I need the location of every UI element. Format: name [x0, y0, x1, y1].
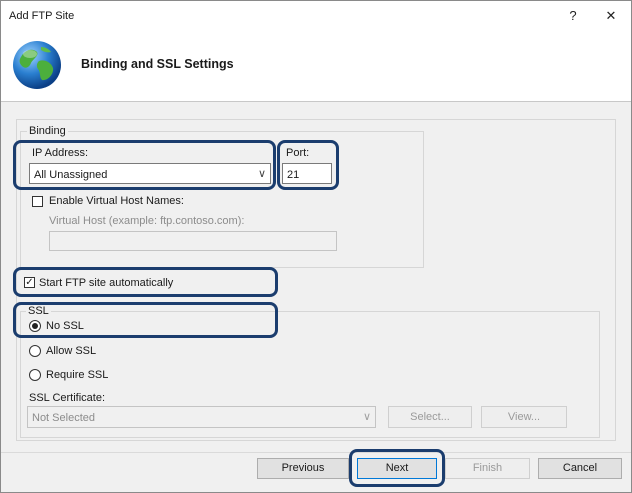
next-button[interactable]: Next — [357, 458, 437, 479]
help-button[interactable]: ? — [561, 6, 585, 26]
window-title: Add FTP Site — [9, 10, 75, 22]
no-ssl-label: No SSL — [46, 320, 84, 332]
virtual-host-checkbox[interactable] — [32, 196, 43, 207]
wizard-header: Binding and SSL Settings — [1, 31, 631, 102]
title-bar: Add FTP Site ? ✕ — [1, 1, 631, 31]
no-ssl-radio[interactable] — [29, 320, 41, 332]
finish-button[interactable]: Finish — [445, 458, 530, 479]
port-value: 21 — [287, 169, 300, 181]
close-button[interactable]: ✕ — [599, 6, 623, 26]
page-title: Binding and SSL Settings — [81, 57, 234, 71]
allow-ssl-label: Allow SSL — [46, 345, 97, 357]
port-label: Port: — [286, 147, 310, 159]
require-ssl-label: Require SSL — [46, 369, 109, 381]
previous-button[interactable]: Previous — [257, 458, 349, 479]
cancel-button[interactable]: Cancel — [538, 458, 622, 479]
allow-ssl-radio[interactable] — [29, 345, 41, 357]
view-certificate-button[interactable]: View... — [481, 406, 567, 428]
ssl-certificate-label: SSL Certificate: — [29, 392, 106, 404]
port-field[interactable]: 21 — [282, 163, 332, 184]
ip-address-value: All Unassigned — [34, 169, 108, 181]
ip-address-label: IP Address: — [32, 147, 89, 159]
virtual-host-checkbox-label: Enable Virtual Host Names: — [49, 195, 184, 207]
require-ssl-radio[interactable] — [29, 369, 41, 381]
globe-icon — [13, 41, 61, 89]
virtual-host-input[interactable] — [49, 231, 337, 251]
ssl-legend: SSL — [26, 305, 51, 317]
ssl-certificate-dropdown[interactable]: Not Selected ∨ — [27, 406, 376, 428]
start-auto-checkbox[interactable]: ✓ — [24, 277, 35, 288]
radio-selected-dot — [32, 323, 38, 329]
ssl-certificate-value: Not Selected — [32, 412, 95, 424]
virtual-host-label: Virtual Host (example: ftp.contoso.com): — [49, 215, 245, 227]
select-certificate-button[interactable]: Select... — [388, 406, 472, 428]
ip-address-dropdown[interactable]: All Unassigned ∨ — [29, 163, 271, 184]
chevron-down-icon: ∨ — [257, 168, 266, 180]
add-ftp-site-dialog: Add FTP Site ? ✕ Binding and SSL Setting… — [0, 0, 632, 493]
binding-legend: Binding — [27, 125, 68, 137]
chevron-down-icon: ∨ — [362, 411, 371, 423]
footer-divider — [1, 452, 631, 453]
start-auto-label: Start FTP site automatically — [39, 277, 174, 289]
